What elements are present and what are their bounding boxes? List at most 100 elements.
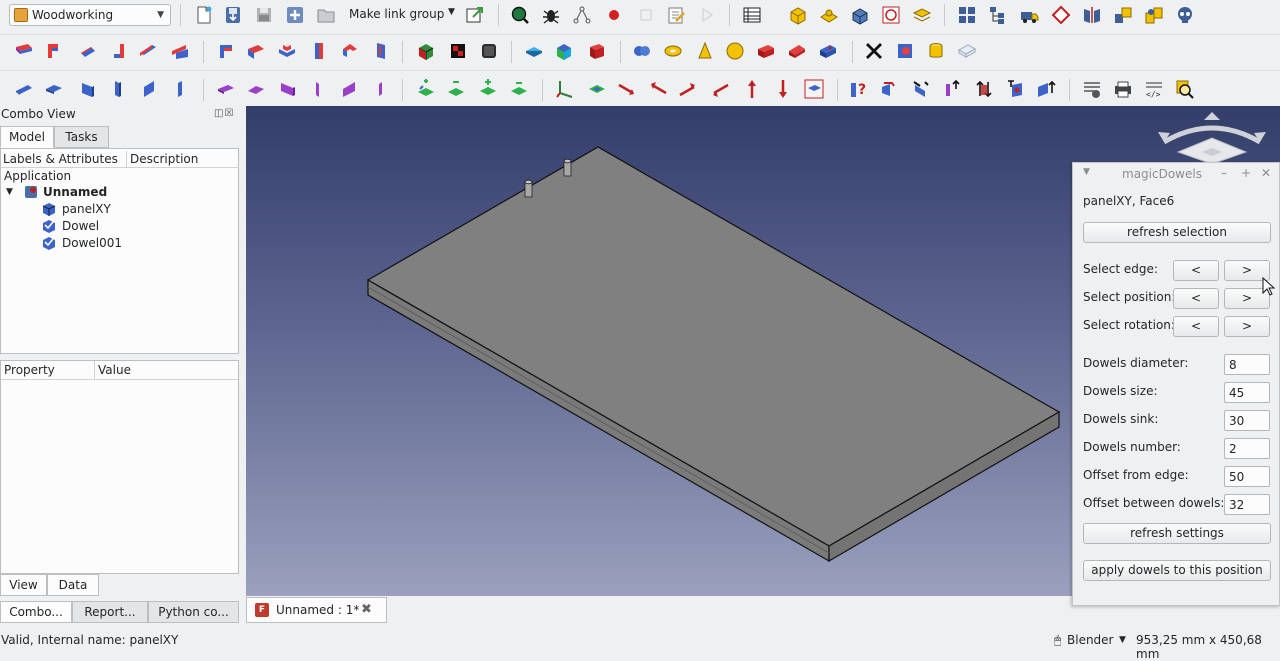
refresh-selection-button[interactable]: refresh selection (1083, 222, 1271, 243)
close-icon[interactable] (864, 41, 884, 61)
document-tab[interactable]: F Unnamed : 1* ✖ (246, 597, 387, 623)
hole-icon[interactable] (895, 41, 915, 61)
magic-cut-icon[interactable] (340, 41, 360, 61)
cube-icon[interactable] (416, 41, 436, 61)
dowel-1[interactable] (524, 179, 533, 198)
offset-edge-input[interactable] (1224, 466, 1270, 487)
move-up-left-icon[interactable] (648, 79, 668, 99)
magic-move-icon[interactable] (371, 41, 391, 61)
panel-zx-icon[interactable] (108, 79, 128, 99)
minimize-icon[interactable]: – (1221, 166, 1227, 180)
mirror-panel-icon[interactable] (911, 79, 931, 99)
dock-buttons[interactable]: ◫☒ (214, 108, 234, 119)
expand-arrow-icon[interactable]: ▼ (6, 184, 13, 200)
move-up-icon[interactable] (742, 79, 762, 99)
plate-icon[interactable] (524, 41, 544, 61)
copy-selected-icon[interactable] (804, 79, 824, 99)
layers-icon[interactable] (912, 5, 932, 25)
flip-panel-icon[interactable] (942, 79, 962, 99)
maximize-icon[interactable]: + (1241, 166, 1251, 180)
record-macro-icon[interactable] (604, 5, 624, 25)
width-plus-icon[interactable] (478, 79, 498, 99)
rotation-prev-button[interactable]: < (1173, 316, 1219, 337)
tab-view[interactable]: View (0, 574, 47, 596)
multi-box-icon[interactable] (1144, 5, 1164, 25)
move-down-icon[interactable] (773, 79, 793, 99)
open-icon[interactable] (223, 5, 243, 25)
close-tab-icon[interactable]: ✖ (361, 598, 372, 622)
tab-combo-view[interactable]: Combo... (0, 601, 72, 623)
magic-shelf-icon[interactable] (138, 41, 158, 61)
collapse-icon[interactable]: ▼ (1083, 167, 1090, 177)
swap-icon[interactable] (974, 79, 994, 99)
long-zy-icon[interactable] (370, 79, 390, 99)
magic-side-icon[interactable] (170, 41, 190, 61)
box-icon[interactable] (788, 5, 808, 25)
checker-icon[interactable] (448, 41, 468, 61)
axis-icon[interactable] (555, 79, 575, 99)
diamond-icon[interactable] (1051, 5, 1071, 25)
edit-macro-icon[interactable] (666, 5, 686, 25)
long-yx-icon[interactable] (246, 79, 266, 99)
rotation-next-button[interactable]: > (1224, 316, 1270, 337)
column-divider[interactable] (94, 361, 95, 380)
cone-icon[interactable] (695, 41, 715, 61)
tree-item[interactable]: Dowel (62, 218, 99, 234)
magic-start-icon[interactable] (216, 41, 236, 61)
prism-red-icon[interactable] (787, 41, 807, 61)
magic-drill-icon[interactable] (309, 41, 329, 61)
column-divider[interactable] (126, 151, 127, 167)
chevron-down-icon[interactable]: ▼ (1119, 635, 1126, 645)
tree-item[interactable]: panelXY (62, 201, 111, 217)
tab-tasks[interactable]: Tasks (54, 126, 109, 148)
diameter-input[interactable] (1224, 354, 1270, 375)
tab-data[interactable]: Data (47, 574, 99, 596)
wedge-red-icon[interactable] (756, 41, 776, 61)
panel-yz-icon[interactable] (140, 79, 160, 99)
magic-joint-icon[interactable] (246, 41, 266, 61)
long-xy-icon[interactable] (216, 79, 236, 99)
dowel-2[interactable] (563, 158, 572, 177)
cut-list-icon[interactable] (1082, 79, 1102, 99)
transparent-box-icon[interactable] (957, 41, 977, 61)
group-folder-icon[interactable] (316, 5, 336, 25)
long-zx-icon[interactable] (308, 79, 328, 99)
column-value[interactable]: Value (98, 361, 131, 380)
link-icon[interactable] (465, 5, 485, 25)
skull-icon[interactable] (1175, 5, 1195, 25)
apply-dowels-button[interactable]: apply dowels to this position (1083, 560, 1271, 581)
offset-between-input[interactable] (1224, 494, 1270, 515)
long-xz-icon[interactable] (278, 79, 298, 99)
grid-icon[interactable] (957, 5, 977, 25)
torus-icon[interactable] (663, 41, 683, 61)
resize-plus-icon[interactable] (416, 79, 436, 99)
print-icon[interactable] (1113, 79, 1133, 99)
tree-icon[interactable] (988, 5, 1008, 25)
close-icon[interactable]: ✕ (1261, 166, 1271, 180)
blue-box-icon[interactable] (554, 41, 574, 61)
move-down-left-icon[interactable] (710, 79, 730, 99)
magic-corner-icon[interactable] (44, 41, 64, 61)
tab-model[interactable]: Model (0, 126, 54, 148)
red-box-icon[interactable] (587, 41, 607, 61)
size-input[interactable] (1224, 382, 1270, 403)
column-labels[interactable]: Labels & Attributes (3, 151, 118, 167)
rotate-panel-icon[interactable] (880, 79, 900, 99)
panel-titlebar[interactable]: ▼ magicDowels – + ✕ (1073, 163, 1279, 185)
make-link-group-label[interactable]: Make link group (349, 7, 444, 21)
resize-minus-icon[interactable] (446, 79, 466, 99)
truck-icon[interactable] (1019, 5, 1039, 25)
code-icon[interactable]: </> (1144, 79, 1164, 99)
panel-zy-icon[interactable] (170, 79, 190, 99)
position-prev-button[interactable]: < (1173, 288, 1219, 309)
shape-icon[interactable] (818, 41, 838, 61)
mirror-icon[interactable] (1082, 5, 1102, 25)
cut-icon[interactable] (881, 5, 901, 25)
play-macro-icon[interactable] (697, 5, 717, 25)
help-question-icon[interactable]: ? (849, 79, 869, 99)
sphere-icon[interactable] (725, 41, 745, 61)
column-property[interactable]: Property (4, 361, 55, 380)
magic-end-icon[interactable] (78, 41, 98, 61)
plane-icon[interactable] (587, 79, 607, 99)
tree-item[interactable]: Dowel001 (62, 235, 122, 251)
